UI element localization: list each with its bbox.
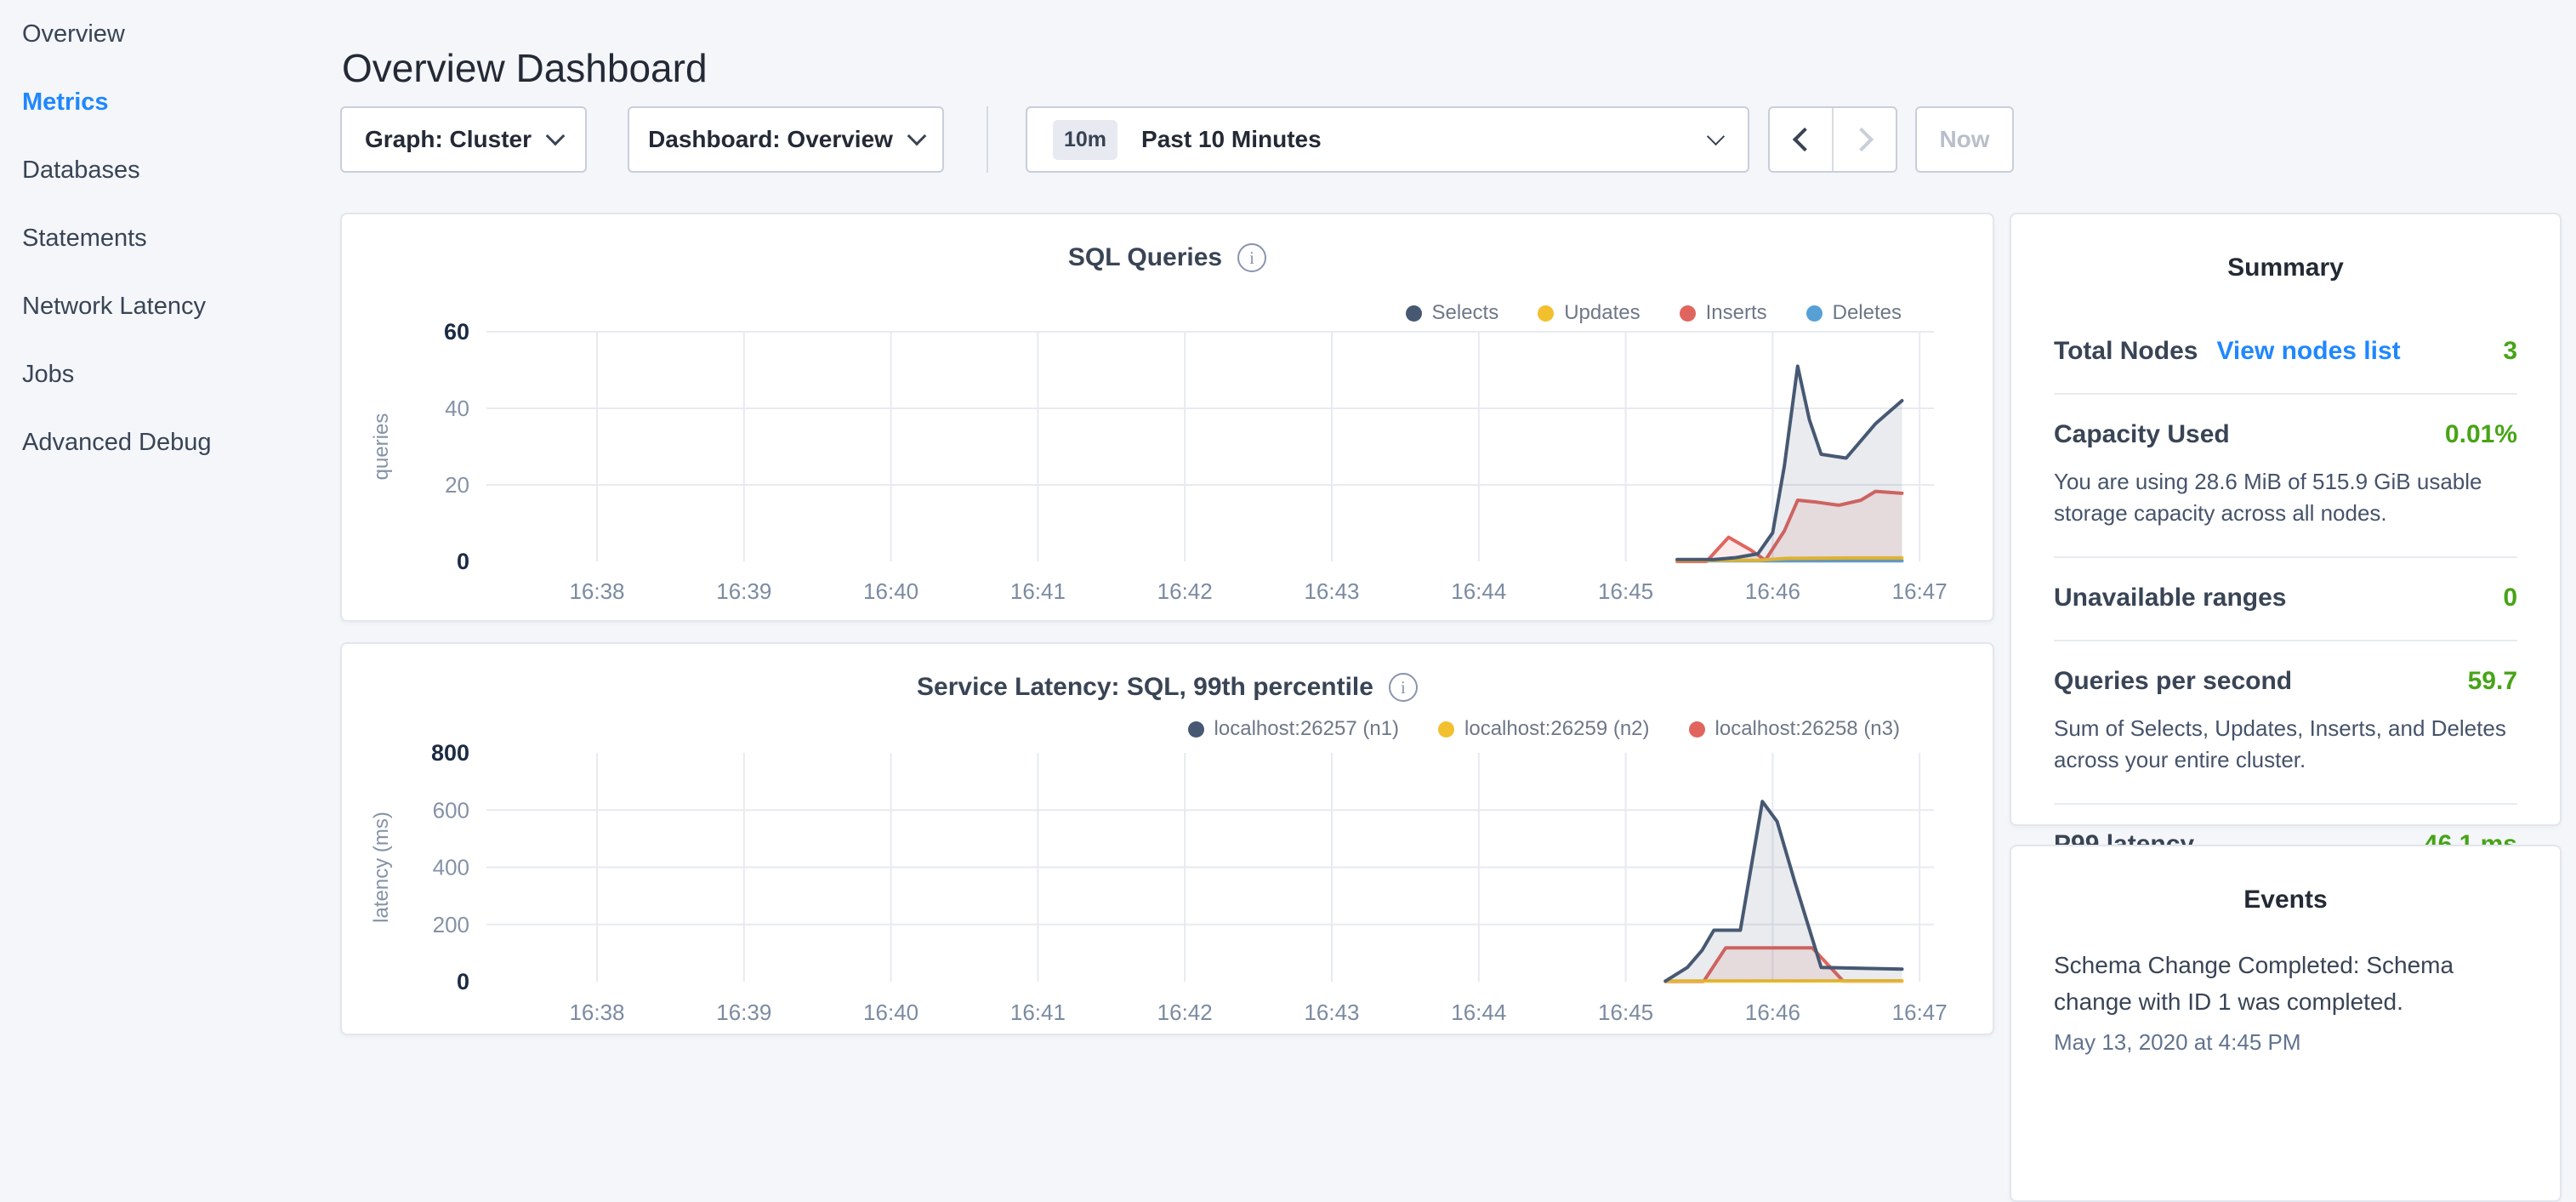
main-content: Overview Dashboard Graph: Cluster Dashbo… — [340, 0, 2576, 1051]
graph-dropdown-label: Graph: Cluster — [365, 126, 532, 153]
svg-text:600: 600 — [433, 797, 469, 823]
graph-dropdown[interactable]: Graph: Cluster — [340, 106, 587, 173]
svg-text:latency (ms): latency (ms) — [370, 812, 393, 923]
now-button[interactable]: Now — [1915, 106, 2014, 173]
svg-text:16:47: 16:47 — [1892, 578, 1948, 604]
summary-row-label: Unavailable ranges — [2054, 584, 2286, 612]
view-nodes-list-link[interactable]: View nodes list — [2216, 337, 2400, 366]
summary-row-value: 0 — [2503, 584, 2517, 612]
time-range-dropdown[interactable]: 10m Past 10 Minutes — [1026, 106, 1749, 173]
svg-text:60: 60 — [444, 319, 469, 345]
summary-row-subtext: You are using 28.6 MiB of 515.9 GiB usab… — [2054, 466, 2517, 529]
svg-text:400: 400 — [433, 855, 469, 880]
event-item: Schema Change Completed: Schema change w… — [2054, 947, 2517, 1056]
time-forward-button[interactable] — [1832, 108, 1896, 171]
sidebar-item-databases[interactable]: Databases — [0, 136, 340, 204]
summary-row-label: Capacity Used — [2054, 420, 2230, 449]
dashboard-dropdown[interactable]: Dashboard: Overview — [628, 106, 944, 173]
svg-text:16:46: 16:46 — [1745, 1000, 1800, 1025]
events-list: Schema Change Completed: Schema change w… — [2011, 947, 2560, 1056]
svg-text:16:41: 16:41 — [1010, 1000, 1066, 1025]
svg-text:16:38: 16:38 — [569, 1000, 624, 1025]
summary-row-value: 59.7 — [2468, 667, 2517, 696]
controls-divider — [987, 106, 988, 173]
summary-row-label: Queries per second — [2054, 667, 2292, 696]
svg-text:16:38: 16:38 — [569, 578, 624, 604]
summary-rows: Total Nodes View nodes list 3 Capacity Used… — [2054, 311, 2517, 886]
event-timestamp: May 13, 2020 at 4:45 PM — [2054, 1029, 2517, 1056]
controls-row: Graph: Cluster Dashboard: Overview 10m P… — [340, 106, 2576, 174]
time-range-label: Past 10 Minutes — [1141, 126, 1322, 153]
sql-queries-chart-card: SQL Queries i SelectsUpdatesInsertsDelet… — [340, 213, 1994, 622]
svg-text:40: 40 — [445, 396, 469, 421]
sql-queries-chart: 0 20 40 60 queries 16:38 16:39 16:40 16:41 16:42 1… — [342, 214, 1993, 620]
time-pager — [1768, 106, 1897, 173]
events-panel: Events Schema Change Completed: Schema c… — [2010, 845, 2562, 1202]
svg-text:800: 800 — [431, 740, 469, 766]
svg-text:16:42: 16:42 — [1157, 1000, 1213, 1025]
summary-heading: Summary — [2011, 254, 2560, 282]
svg-text:20: 20 — [445, 472, 469, 498]
svg-text:16:45: 16:45 — [1598, 1000, 1653, 1025]
svg-text:16:42: 16:42 — [1157, 578, 1213, 604]
sidebar-item-advanced-debug[interactable]: Advanced Debug — [0, 408, 340, 476]
svg-text:16:40: 16:40 — [863, 1000, 918, 1025]
summary-panel: Summary Total Nodes View nodes list 3 Capac… — [2010, 213, 2562, 826]
chevron-right-icon — [1849, 128, 1873, 151]
svg-text:16:40: 16:40 — [863, 578, 918, 604]
event-text: Schema Change Completed: Schema change w… — [2054, 947, 2517, 1021]
summary-row-value: 0.01% — [2445, 420, 2517, 449]
svg-text:16:44: 16:44 — [1451, 578, 1506, 604]
svg-text:16:45: 16:45 — [1598, 578, 1653, 604]
sidebar-item-network-latency[interactable]: Network Latency — [0, 272, 340, 340]
svg-text:queries: queries — [370, 413, 393, 481]
svg-text:0: 0 — [457, 549, 469, 574]
svg-text:0: 0 — [457, 969, 469, 994]
svg-text:16:46: 16:46 — [1745, 578, 1800, 604]
summary-row-label: Total Nodes — [2054, 337, 2198, 366]
chevron-down-icon — [546, 127, 566, 146]
summary-row: Queries per second 59.7 Sum of Selects, Up… — [2054, 640, 2517, 803]
svg-text:200: 200 — [433, 912, 469, 937]
page-title: Overview Dashboard — [342, 45, 708, 91]
events-heading: Events — [2011, 886, 2560, 914]
svg-text:16:39: 16:39 — [716, 578, 771, 604]
svg-text:16:44: 16:44 — [1451, 1000, 1506, 1025]
sidebar-item-statements[interactable]: Statements — [0, 204, 340, 272]
svg-text:16:43: 16:43 — [1304, 578, 1359, 604]
sidebar-nav: OverviewMetricsDatabasesStatementsNetwor… — [0, 0, 340, 1051]
chevron-down-icon — [907, 127, 927, 146]
summary-row: Total Nodes View nodes list 3 — [2054, 311, 2517, 393]
summary-row: Capacity Used 0.01% You are using 28.6 MiB… — [2054, 393, 2517, 556]
svg-text:16:43: 16:43 — [1304, 1000, 1359, 1025]
dashboard-dropdown-label: Dashboard: Overview — [648, 126, 893, 153]
now-button-label: Now — [1939, 126, 1989, 153]
summary-row-subtext: Sum of Selects, Updates, Inserts, and De… — [2054, 713, 2517, 776]
svg-text:16:39: 16:39 — [716, 1000, 771, 1025]
time-range-badge: 10m — [1053, 120, 1117, 160]
service-latency-chart-card: Service Latency: SQL, 99th percentile i … — [340, 642, 1994, 1035]
time-back-button[interactable] — [1770, 108, 1832, 171]
service-latency-chart: 0 200 400 600 800 latency (ms) 16:38 16:39 16:40… — [342, 644, 1993, 1034]
chevron-down-icon — [1707, 127, 1725, 145]
sidebar-item-metrics[interactable]: Metrics — [0, 68, 340, 136]
sidebar-item-overview[interactable]: Overview — [0, 0, 340, 68]
sidebar-item-jobs[interactable]: Jobs — [0, 340, 340, 408]
svg-text:16:47: 16:47 — [1892, 1000, 1948, 1025]
svg-text:16:41: 16:41 — [1010, 578, 1066, 604]
summary-row-value: 3 — [2503, 337, 2517, 366]
summary-row: Unavailable ranges 0 — [2054, 556, 2517, 640]
chevron-left-icon — [1792, 128, 1816, 151]
